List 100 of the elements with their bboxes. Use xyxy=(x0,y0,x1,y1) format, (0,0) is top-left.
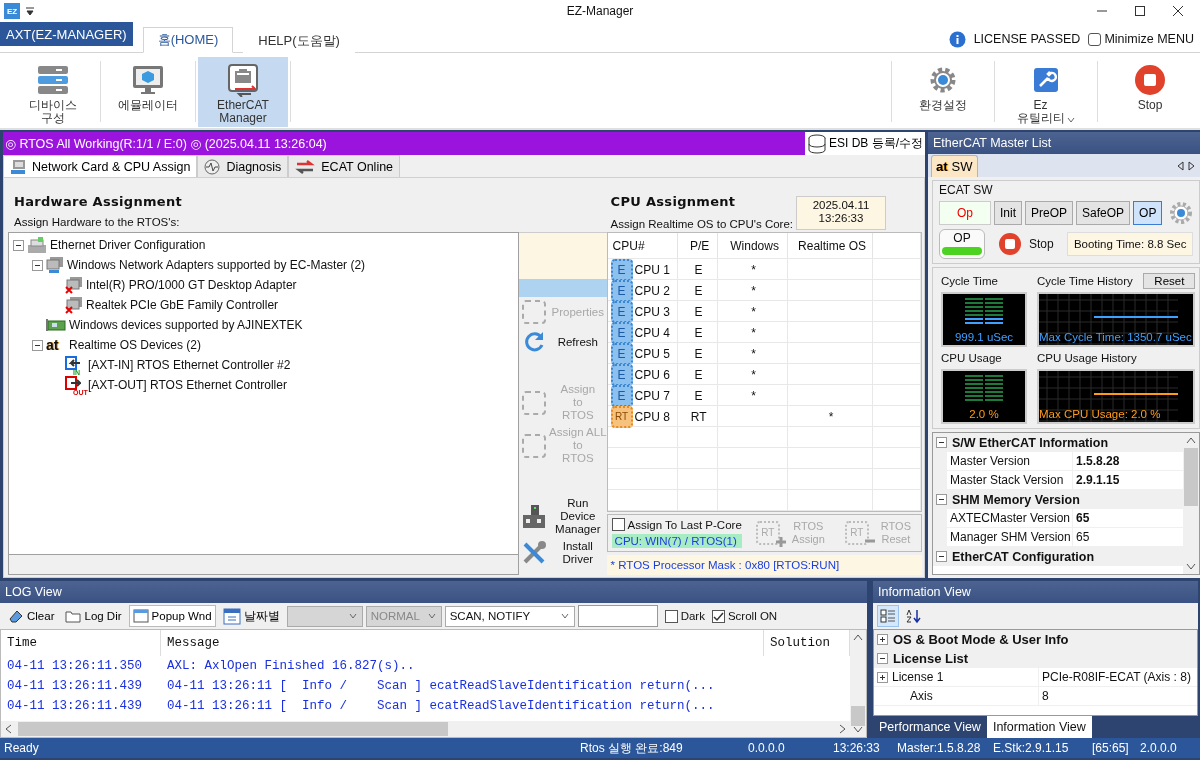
ribbon-button[interactable]: Stop xyxy=(1100,57,1200,127)
property-name: Axis xyxy=(910,689,933,703)
expander-icon[interactable] xyxy=(936,437,947,448)
scroll-down-icon xyxy=(853,726,863,734)
action-button[interactable]: Install Driver xyxy=(519,538,607,568)
arrow-right-icon xyxy=(1188,161,1197,171)
chip-icon: RT xyxy=(755,521,780,545)
wrench-icon xyxy=(1031,65,1061,95)
state-button[interactable]: Init xyxy=(994,201,1022,225)
expander-icon[interactable] xyxy=(877,671,888,683)
panel-title: EtherCAT Master List xyxy=(928,132,1200,154)
scroll-down-icon xyxy=(1186,563,1197,571)
table-cell: E xyxy=(694,284,703,298)
placeholder-icon xyxy=(521,389,547,416)
state-button[interactable]: SafeOP xyxy=(1076,201,1131,225)
caret-icon xyxy=(1065,115,1076,125)
tab[interactable]: Performance View xyxy=(873,716,987,738)
dropdown-icon xyxy=(25,6,35,16)
expander-icon[interactable] xyxy=(32,259,43,271)
tree-item[interactable]: Intel(R) PRO/1000 GT Desktop Adapter xyxy=(86,278,297,292)
column-header: Message xyxy=(161,630,764,656)
table-cell: E xyxy=(694,263,703,277)
settings-icon xyxy=(928,65,958,95)
tab[interactable]: Diagnosis xyxy=(197,155,289,177)
tree-item[interactable]: Windows devices supported by AJINEXTEK xyxy=(69,318,303,332)
property-section: OS & Boot Mode & User Info xyxy=(893,632,1069,647)
ribbon-button[interactable]: 디바이스 구성 xyxy=(8,57,98,127)
scrollbar-thumb[interactable] xyxy=(18,722,448,736)
table-cell: * xyxy=(751,326,756,340)
dropdown[interactable]: SCAN, NOTIFY xyxy=(444,605,575,627)
scrollbar-thumb[interactable] xyxy=(851,706,865,726)
tree-item[interactable]: Realtek PCIe GbE Family Controller xyxy=(86,298,279,312)
tree-item[interactable]: Realtime OS Devices (2) xyxy=(69,338,202,352)
state-button[interactable]: OP xyxy=(1133,201,1163,225)
toolbar-button[interactable]: Clear xyxy=(4,605,59,627)
pulse-icon xyxy=(204,158,221,175)
timestamp: 2025.04.11 13:26:33 xyxy=(796,196,886,230)
table-cell-text: 04-11 13:26:11.439 xyxy=(6,679,144,693)
calendar-icon xyxy=(222,607,241,625)
tab[interactable]: Information View xyxy=(986,716,1092,738)
section-subtitle: Assign Hardware to the RTOS's: xyxy=(14,216,181,228)
tree-item[interactable]: [AXT-IN] RTOS Ethernet Controller #2 xyxy=(88,358,291,372)
computer-error-icon xyxy=(65,276,83,294)
ribbon-button[interactable]: 환경설정 xyxy=(894,57,992,127)
tree-item[interactable]: Windows Network Adapters supported by EC-Master (2) xyxy=(67,258,366,272)
table-cell: E xyxy=(694,326,703,340)
network-drive-icon xyxy=(27,236,47,254)
status-banner: ◎ RTOS All Working(R:1/1 / E:0) ◎ (2025.04.11 13:26:04) xyxy=(3,132,805,156)
tab[interactable]: ECAT Online xyxy=(288,155,401,177)
ribbon-button[interactable]: Ez 유틸리티 xyxy=(997,57,1095,127)
reset-button[interactable]: Reset xyxy=(1143,272,1196,289)
tree-item[interactable]: [AXT-OUT] RTOS Ethernet Controller xyxy=(88,378,287,392)
minus-icon xyxy=(864,539,875,543)
table-cell-text: 04-11 13:26:11.350 xyxy=(6,659,144,673)
checkbox[interactable]: Assign To Last P-Core xyxy=(611,518,742,531)
table-cell-text: 04-11 13:26:11 [ Info / Scan ] ecatReadSlaveIdentification return(... xyxy=(166,699,716,713)
property-name: Master Stack Version xyxy=(947,471,1073,489)
state-button[interactable]: PreOP xyxy=(1025,201,1074,225)
database-icon xyxy=(807,133,827,154)
chip-icon: E xyxy=(610,343,633,365)
expander-icon[interactable] xyxy=(936,494,947,505)
ribbon-button[interactable]: EtherCAT Manager xyxy=(198,57,288,127)
ribbon-button[interactable]: 에뮬레이터 xyxy=(103,57,193,127)
app-menu-button[interactable]: AXT(EZ-MANAGER) xyxy=(0,22,133,46)
expander-icon[interactable] xyxy=(32,339,43,351)
tab[interactable]: at SW xyxy=(931,155,978,177)
network-card-icon xyxy=(46,318,66,332)
expander-icon[interactable] xyxy=(877,653,888,664)
minimize-menu-checkbox[interactable]: Minimize MENU xyxy=(1088,32,1194,46)
expander-icon[interactable] xyxy=(877,634,888,645)
ribbon-tab[interactable]: 홈(HOME) xyxy=(142,27,234,53)
folder-icon xyxy=(65,608,82,624)
checkbox[interactable]: Scroll ON xyxy=(711,609,778,623)
action-button[interactable]: Refresh xyxy=(519,327,607,357)
table-cell: RT xyxy=(690,410,707,424)
panel-title: LOG View xyxy=(0,581,867,603)
exchange-icon xyxy=(295,158,316,175)
stop-icon xyxy=(998,232,1022,256)
esi-db-button[interactable]: ESI DB 등록/수정 xyxy=(805,132,925,156)
expander-icon[interactable] xyxy=(936,551,947,562)
table-cell-text: 04-11 13:26:11 [ Info / Scan ] ecatReadSlaveIdentification return(... xyxy=(166,679,716,693)
toolbar-button[interactable]: Popup Wnd xyxy=(128,605,216,627)
action-button[interactable]: Run Device Manager xyxy=(519,495,607,538)
checkbox[interactable]: Dark xyxy=(664,609,705,623)
toolbar-button[interactable]: Log Dir xyxy=(61,605,126,627)
logo-icon: at xyxy=(46,337,66,353)
table-cell-text: 04-11 13:26:11.439 xyxy=(6,699,144,713)
tab[interactable]: Network Card & CPU Assign xyxy=(3,155,198,177)
scroll-up-icon xyxy=(1186,436,1197,444)
property-value: 65 xyxy=(1075,529,1091,546)
plus-icon xyxy=(775,537,786,547)
toolbar-button[interactable]: 날짜별 xyxy=(218,605,284,627)
scrollbar-thumb[interactable] xyxy=(1184,448,1199,506)
tree-item[interactable]: Ethernet Driver Configuration xyxy=(50,238,206,252)
table-cell: CPU 2 xyxy=(634,284,670,298)
filter-field[interactable] xyxy=(577,605,658,627)
expander-icon[interactable] xyxy=(13,239,24,251)
status-text: Master:1.5.8.28 xyxy=(897,741,982,755)
property-name: License 1 xyxy=(892,670,944,684)
table-cell: CPU 7 xyxy=(634,389,670,403)
